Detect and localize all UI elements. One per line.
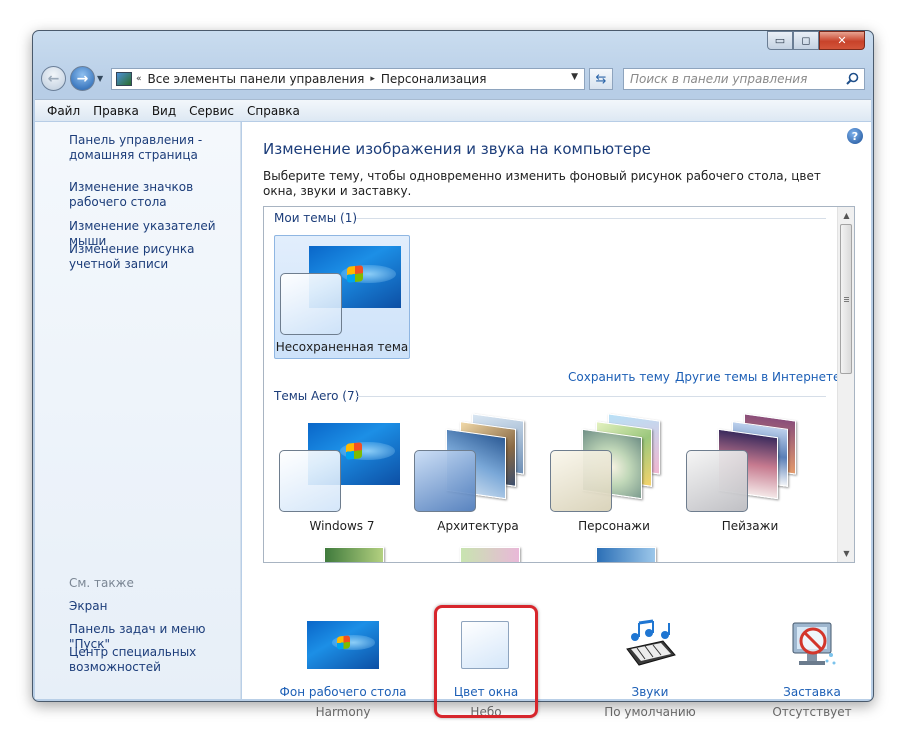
see-also-heading: См. также bbox=[69, 576, 134, 590]
option-value: Harmony bbox=[315, 705, 371, 719]
option-value: По умолчанию bbox=[604, 705, 696, 719]
menu-edit[interactable]: Правка bbox=[93, 104, 139, 118]
sidebar-link-home[interactable]: Панель управления - домашняя страница bbox=[69, 133, 239, 163]
theme-glass-color-thumbnail bbox=[686, 450, 748, 512]
theme-unsaved[interactable]: Несохраненная тема bbox=[274, 235, 410, 359]
theme-label: Архитектура bbox=[437, 519, 519, 533]
theme-label: Пейзажи bbox=[721, 519, 779, 533]
window-color-highlight-frame bbox=[434, 605, 538, 718]
theme-label: Персонажи bbox=[578, 519, 650, 533]
menu-view[interactable]: Вид bbox=[152, 104, 176, 118]
menu-help[interactable]: Справка bbox=[247, 104, 300, 118]
option-title[interactable]: Фон рабочего стола bbox=[278, 685, 408, 699]
sidebar-link-desktop-icons[interactable]: Изменение значков рабочего стола bbox=[69, 180, 239, 210]
theme-list: Мои темы (1) Несохраненная тема Сохранит… bbox=[263, 206, 855, 563]
forward-button[interactable]: → bbox=[70, 66, 95, 91]
page-title: Изменение изображения и звука на компьют… bbox=[263, 140, 651, 158]
sidebar-link-ease-of-access[interactable]: Центр специальных возможностей bbox=[69, 645, 239, 675]
breadcrumb-overflow[interactable]: « bbox=[136, 74, 142, 84]
my-themes-heading: Мои темы (1) bbox=[274, 211, 358, 225]
maximize-button[interactable]: ◻ bbox=[793, 31, 819, 50]
theme-label: Windows 7 bbox=[309, 519, 375, 533]
option-title[interactable]: Звуки bbox=[585, 685, 715, 699]
scroll-down-arrow[interactable]: ▼ bbox=[838, 545, 854, 562]
option-value: Отсутствует bbox=[772, 705, 852, 719]
menu-bar: Файл Правка Вид Сервис Справка bbox=[35, 99, 871, 121]
theme-glass-color-thumbnail bbox=[279, 450, 341, 512]
scroll-thumb[interactable] bbox=[840, 224, 852, 374]
navigation-bar: ← → ▼ « Все элементы панели управления ▸… bbox=[39, 65, 867, 93]
address-dropdown-icon[interactable]: ▼ bbox=[571, 72, 578, 82]
menu-file[interactable]: Файл bbox=[47, 104, 80, 118]
scroll-up-arrow[interactable]: ▲ bbox=[838, 207, 854, 224]
option-sounds[interactable]: Звуки По умолчанию bbox=[585, 619, 715, 729]
theme-partial-thumbnail[interactable] bbox=[460, 547, 520, 562]
help-icon[interactable]: ? bbox=[847, 128, 863, 144]
search-icon[interactable] bbox=[846, 72, 859, 85]
option-desktop-background[interactable]: Фон рабочего стола Harmony bbox=[278, 619, 408, 729]
refresh-button[interactable]: ⇆ bbox=[589, 68, 613, 90]
screensaver-icon bbox=[792, 622, 836, 665]
theme-partial-thumbnail[interactable] bbox=[324, 547, 384, 562]
sidebar-link-account-picture[interactable]: Изменение рисунка учетной записи bbox=[69, 242, 239, 272]
theme-list-scrollbar[interactable]: ▲ ▼ bbox=[837, 207, 854, 562]
control-panel-icon bbox=[116, 72, 132, 86]
wallpaper-icon bbox=[307, 621, 379, 669]
recent-pages-dropdown[interactable]: ▼ bbox=[97, 74, 103, 83]
breadcrumb-separator[interactable]: ▸ bbox=[370, 74, 375, 84]
save-theme-link[interactable]: Сохранить тему bbox=[568, 370, 670, 384]
sidebar-link-display[interactable]: Экран bbox=[69, 599, 239, 614]
group-divider bbox=[356, 218, 826, 219]
back-button[interactable]: ← bbox=[41, 66, 66, 91]
theme-landscapes[interactable]: Пейзажи bbox=[682, 413, 818, 537]
sidebar: Панель управления - домашняя страница Из… bbox=[35, 122, 241, 699]
main-content: ? Изменение изображения и звука на компь… bbox=[242, 122, 871, 719]
close-button[interactable]: ✕ bbox=[819, 31, 865, 50]
theme-windows7[interactable]: Windows 7 bbox=[274, 413, 410, 537]
window-controls: ▭ ◻ ✕ bbox=[767, 31, 865, 50]
aero-themes-heading: Темы Aero (7) bbox=[274, 389, 360, 403]
page-description: Выберите тему, чтобы одновременно измени… bbox=[263, 169, 821, 198]
online-themes-link[interactable]: Другие темы в Интернете bbox=[675, 370, 840, 384]
address-bar[interactable]: « Все элементы панели управления ▸ Персо… bbox=[111, 68, 585, 90]
theme-label: Несохраненная тема bbox=[275, 340, 409, 354]
breadcrumb-personalization[interactable]: Персонализация bbox=[381, 72, 487, 86]
menu-tools[interactable]: Сервис bbox=[189, 104, 234, 118]
control-panel-window: ▭ ◻ ✕ ← → ▼ « Все элементы панели управл… bbox=[32, 30, 874, 719]
breadcrumb-all-items[interactable]: Все элементы панели управления bbox=[148, 72, 365, 86]
search-placeholder: Поиск в панели управления bbox=[630, 72, 808, 86]
search-input[interactable]: Поиск в панели управления bbox=[623, 68, 865, 90]
theme-glass-color-thumbnail bbox=[550, 450, 612, 512]
option-title[interactable]: Заставка bbox=[747, 685, 877, 699]
theme-glass-color-thumbnail bbox=[414, 450, 476, 512]
group-divider bbox=[356, 396, 826, 397]
theme-glass-color-thumbnail bbox=[280, 273, 342, 335]
sounds-icon bbox=[626, 619, 676, 666]
minimize-button[interactable]: ▭ bbox=[767, 31, 793, 50]
option-screensaver[interactable]: Заставка Отсутствует bbox=[747, 619, 877, 729]
theme-architecture[interactable]: Архитектура bbox=[410, 413, 546, 537]
theme-partial-thumbnail[interactable] bbox=[596, 547, 656, 562]
theme-characters[interactable]: Персонажи bbox=[546, 413, 682, 537]
